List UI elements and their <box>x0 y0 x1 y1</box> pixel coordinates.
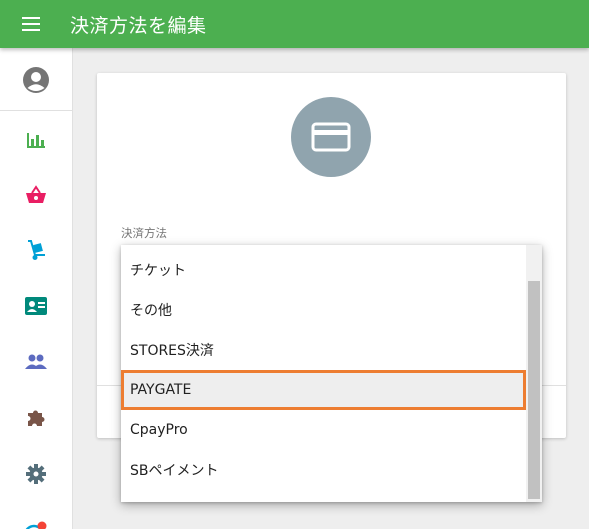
dropdown-option-sbpayment[interactable]: SBペイメント <box>121 450 526 490</box>
gear-icon[interactable] <box>22 460 50 488</box>
bar-chart-icon[interactable] <box>22 126 50 154</box>
hand-truck-icon[interactable] <box>22 236 50 264</box>
dropdown-option-cpaypro[interactable]: CpayPro <box>121 410 526 450</box>
credit-card-icon <box>291 97 371 177</box>
account-circle-icon[interactable] <box>22 66 50 94</box>
dropdown-option-other[interactable]: その他 <box>121 290 526 330</box>
contact-card-icon[interactable] <box>22 292 50 320</box>
sidebar <box>0 48 73 529</box>
menu-icon[interactable] <box>22 10 50 38</box>
shopping-basket-icon[interactable] <box>22 181 50 209</box>
puzzle-icon[interactable] <box>22 404 50 432</box>
scrollbar-thumb[interactable] <box>528 281 540 499</box>
dropdown-option-ticket[interactable]: チケット <box>121 250 526 290</box>
payment-method-label: 決済方法 <box>121 226 167 240</box>
dropdown-scrollbar[interactable] <box>526 245 542 502</box>
notification-icon[interactable] <box>22 514 50 529</box>
payment-method-dropdown-menu: チケット その他 STORES決済 PAYGATE CpayPro SBペイメン… <box>121 245 542 502</box>
page-title: 決済方法を編集 <box>70 14 207 37</box>
dropdown-option-stores[interactable]: STORES決済 <box>121 330 526 370</box>
app-bar: 決済方法を編集 <box>0 0 589 48</box>
dropdown-option-paygate[interactable]: PAYGATE <box>121 370 526 410</box>
people-icon[interactable] <box>22 348 50 376</box>
sidebar-divider <box>0 110 73 111</box>
